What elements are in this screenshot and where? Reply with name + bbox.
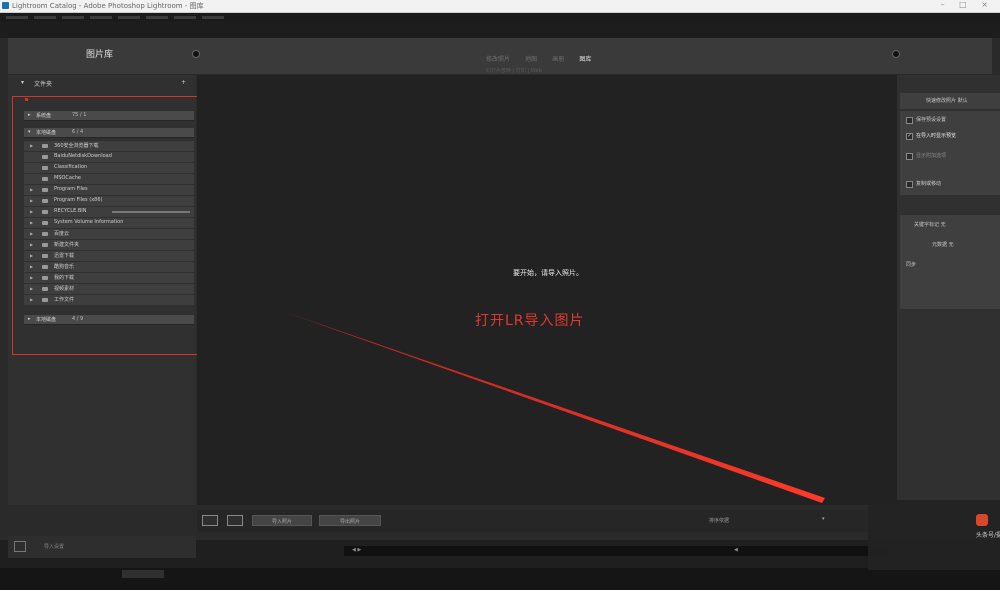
watermark-logo <box>976 514 988 526</box>
checkbox-checked[interactable]: ✓ <box>906 133 913 140</box>
menu-item[interactable] <box>202 16 224 19</box>
menu-item[interactable] <box>34 16 56 19</box>
annotation-highlight-box <box>12 96 218 355</box>
panel-toggle-dot-left[interactable] <box>192 50 200 58</box>
import-button-label: 导入照片 <box>271 519 292 525</box>
folders-panel-header[interactable]: ▾ 文件夹 + <box>8 78 194 88</box>
menu-item[interactable] <box>6 16 28 19</box>
right-panel-import-options: 快速修改照片 默认 保存预设设置 ✓ 在导入时显示预览 显示附加选项 复制或移动… <box>897 75 1000 505</box>
menu-item[interactable] <box>118 16 140 19</box>
sync-label[interactable]: 同步 <box>906 261 916 268</box>
menu-item[interactable] <box>62 16 84 19</box>
watermark-overlay: 头条号/摄影 <box>868 500 1000 570</box>
checkbox[interactable] <box>906 181 913 188</box>
options-section: 保存预设设置 ✓ 在导入时显示预览 显示附加选项 复制或移动 <box>900 111 1000 195</box>
loupe-view-icon[interactable] <box>227 515 243 526</box>
grid-view-icon[interactable] <box>202 515 218 526</box>
identity-plate: 图片库 修改照片 地图 画册 图库 幻灯片放映 | 打印 | Web <box>8 38 992 74</box>
import-settings-label: 导入设置 <box>44 544 65 550</box>
taskbar-item[interactable] <box>122 570 164 578</box>
identity-label: 图片库 <box>86 50 114 60</box>
panel-toggle-dot-right[interactable] <box>892 50 900 58</box>
export-button[interactable]: 导出照片 <box>319 515 381 526</box>
taskbar <box>0 568 1000 590</box>
module-picker[interactable]: 修改照片 地图 画册 图库 幻灯片放映 | 打印 | Web <box>486 46 666 74</box>
annotation-arrow <box>285 312 825 503</box>
filmstrip-bar[interactable]: ◀ ▶ ◀ <box>344 546 904 556</box>
option-label: 在导入时显示预览 <box>916 133 957 139</box>
collapse-triangle-icon[interactable]: ▾ <box>21 79 24 86</box>
folders-header-label: 文件夹 <box>34 81 53 88</box>
metadata-label[interactable]: 元数据 无 <box>932 241 954 248</box>
filmstrip-nav[interactable]: ◀ ▶ <box>352 547 361 553</box>
watermark-text: 头条号/摄影 <box>976 532 1000 539</box>
sort-dropdown-icon[interactable]: ▾ <box>822 516 825 522</box>
quick-develop-label: 快速修改照片 默认 <box>926 98 968 104</box>
menu-bar[interactable] <box>0 13 1000 22</box>
import-settings-icon[interactable] <box>14 541 26 552</box>
import-button[interactable]: 导入照片 <box>252 515 312 526</box>
module-tab[interactable]: 地图 <box>525 54 537 63</box>
option-label: 保存预设设置 <box>916 117 947 123</box>
left-panel-footer: 导入设置 <box>8 536 196 558</box>
module-tab[interactable]: 修改照片 <box>486 54 510 63</box>
annotation-marker <box>25 98 28 101</box>
filmstrip-nav-right[interactable]: ◀ <box>734 547 738 553</box>
annotation-arrow-line <box>285 312 825 503</box>
add-folder-icon[interactable]: + <box>181 79 186 86</box>
option-label: 复制或移动 <box>916 181 942 187</box>
menu-item[interactable] <box>174 16 196 19</box>
window-titlebar: Lightroom Catalog - Adobe Photoshop Ligh… <box>0 0 1000 13</box>
module-tab-active[interactable]: 图库 <box>579 54 591 63</box>
lightroom-app-icon <box>2 2 9 9</box>
option-label: 显示附加选项 <box>916 153 947 159</box>
checkbox[interactable] <box>906 153 913 160</box>
keywords-label[interactable]: 关键字标记 无 <box>914 221 946 228</box>
sort-label[interactable]: 排序依据 <box>709 517 729 524</box>
menu-item[interactable] <box>90 16 112 19</box>
module-tab[interactable]: 画册 <box>552 54 564 63</box>
bottom-toolbar: 导入照片 导出照片 排序依据 ▾ <box>197 510 897 532</box>
window-title: Lightroom Catalog - Adobe Photoshop Ligh… <box>12 2 204 10</box>
metadata-section: 关键字标记 无 元数据 无 同步 <box>900 215 1000 309</box>
module-sub-tabs[interactable]: 幻灯片放映 | 打印 | Web <box>486 67 656 74</box>
quick-develop-section[interactable]: 快速修改照片 默认 <box>900 93 1000 109</box>
window-frame <box>0 22 1000 38</box>
menu-item[interactable] <box>146 16 168 19</box>
checkbox[interactable] <box>906 117 913 124</box>
window-controls[interactable]: – □ × <box>941 0 994 9</box>
export-button-label: 导出照片 <box>339 519 360 525</box>
